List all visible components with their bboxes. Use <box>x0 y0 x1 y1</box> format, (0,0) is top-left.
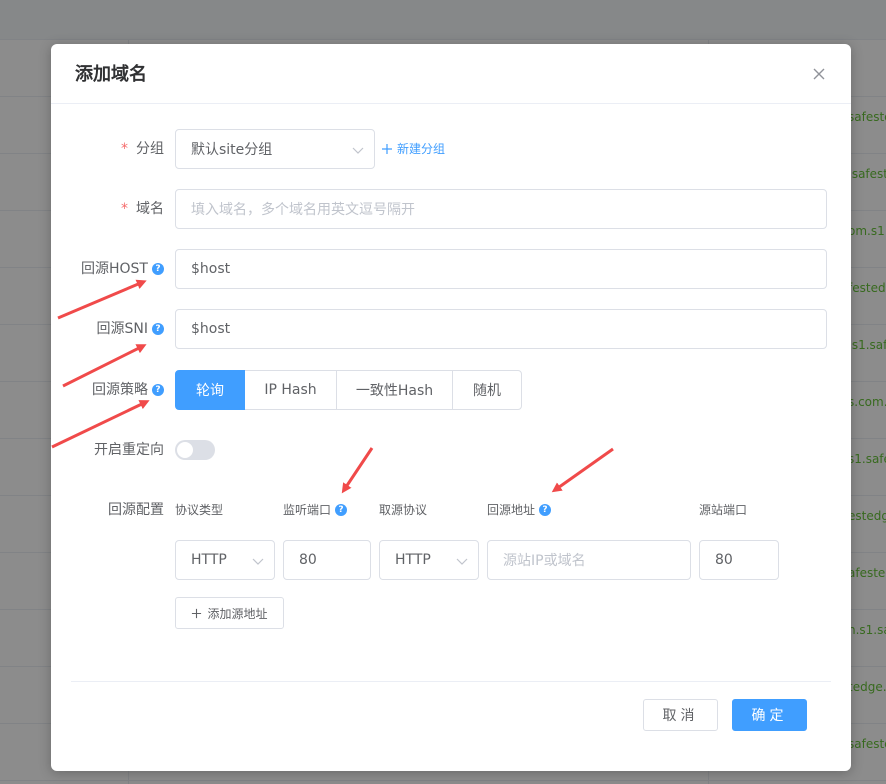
group-select-value: 默认site分组 <box>191 142 273 158</box>
required-mark: * <box>121 201 128 217</box>
domain-label-text: 域名 <box>136 201 164 217</box>
close-icon[interactable] <box>811 66 827 82</box>
strategy-round-robin[interactable]: 轮询 <box>175 370 245 410</box>
domain-label: * 域名 <box>121 189 164 229</box>
new-group-label: 新建分组 <box>397 142 446 156</box>
origin-address-input[interactable]: 源站IP或域名 <box>487 540 691 580</box>
dialog-header: 添加域名 <box>51 44 851 104</box>
col-protocol-type: 协议类型 <box>175 502 223 518</box>
plus-icon <box>192 608 202 618</box>
add-origin-address-label: 添加源地址 <box>207 606 268 621</box>
origin-host-input[interactable]: $host <box>175 249 827 289</box>
group-select[interactable]: 默认site分组 <box>175 129 375 169</box>
add-domain-dialog: 添加域名 * 分组 默认site分组 新建分组 * 域名 填入域名，多个域名用英… <box>51 44 851 771</box>
strategy-ip-hash[interactable]: IP Hash <box>244 370 337 410</box>
origin-port-value: 80 <box>715 552 733 568</box>
origin-host-label-text: 回源HOST <box>81 261 148 277</box>
footer-divider <box>71 681 831 682</box>
plus-icon <box>382 144 392 154</box>
origin-host-label: 回源HOST ? <box>81 249 164 289</box>
fetch-protocol-value: HTTP <box>395 552 431 568</box>
help-icon[interactable]: ? <box>152 384 164 396</box>
origin-host-value: $host <box>191 261 231 277</box>
origin-config-label-text: 回源配置 <box>108 502 164 518</box>
origin-sni-value: $host <box>191 321 231 337</box>
origin-port-input[interactable]: 80 <box>699 540 779 580</box>
col-origin-port-text: 源站端口 <box>699 503 748 517</box>
origin-sni-label: 回源SNI ? <box>96 309 164 349</box>
col-origin-address: 回源地址 ? <box>487 502 552 518</box>
origin-strategy-group: 轮询 IP Hash 一致性Hash 随机 <box>175 370 522 410</box>
cancel-button[interactable]: 取消 <box>643 699 718 731</box>
col-protocol-type-text: 协议类型 <box>175 503 224 517</box>
origin-strategy-label: 回源策略 ? <box>92 370 164 410</box>
col-origin-port: 源站端口 <box>699 502 747 518</box>
group-label: * 分组 <box>121 129 164 169</box>
protocol-select[interactable]: HTTP <box>175 540 275 580</box>
group-label-text: 分组 <box>136 141 164 157</box>
dialog-title: 添加域名 <box>75 64 147 85</box>
col-listen-port: 监听端口 ? <box>283 502 348 518</box>
chevron-down-icon <box>352 147 364 154</box>
chevron-down-icon <box>252 558 264 565</box>
col-fetch-protocol: 取源协议 <box>379 502 427 518</box>
redirect-label: 开启重定向 <box>94 430 164 470</box>
fetch-protocol-select[interactable]: HTTP <box>379 540 479 580</box>
origin-address-placeholder: 源站IP或域名 <box>503 553 586 569</box>
domain-input-placeholder: 填入域名，多个域名用英文逗号隔开 <box>191 202 415 218</box>
required-mark: * <box>121 141 128 157</box>
listen-port-input[interactable]: 80 <box>283 540 371 580</box>
help-icon[interactable]: ? <box>539 504 552 516</box>
protocol-select-value: HTTP <box>191 552 227 568</box>
confirm-button[interactable]: 确定 <box>732 699 807 731</box>
origin-sni-input[interactable]: $host <box>175 309 827 349</box>
switch-knob <box>177 442 193 458</box>
col-fetch-protocol-text: 取源协议 <box>379 503 428 517</box>
origin-config-label: 回源配置 <box>108 490 164 530</box>
strategy-random[interactable]: 随机 <box>452 370 522 410</box>
help-icon[interactable]: ? <box>335 504 348 516</box>
strategy-consistent-hash[interactable]: 一致性Hash <box>336 370 453 410</box>
help-icon[interactable]: ? <box>152 263 164 275</box>
new-group-button[interactable]: 新建分组 <box>381 129 445 169</box>
col-origin-address-text: 回源地址 <box>487 503 536 517</box>
origin-sni-label-text: 回源SNI <box>96 321 149 337</box>
domain-input[interactable]: 填入域名，多个域名用英文逗号隔开 <box>175 189 827 229</box>
origin-strategy-label-text: 回源策略 <box>92 382 148 398</box>
help-icon[interactable]: ? <box>152 323 164 335</box>
redirect-label-text: 开启重定向 <box>94 442 164 458</box>
listen-port-value: 80 <box>299 552 317 568</box>
add-origin-address-button[interactable]: 添加源地址 <box>175 597 284 629</box>
redirect-switch[interactable] <box>175 440 215 460</box>
col-listen-port-text: 监听端口 <box>283 503 332 517</box>
chevron-down-icon <box>456 558 468 565</box>
